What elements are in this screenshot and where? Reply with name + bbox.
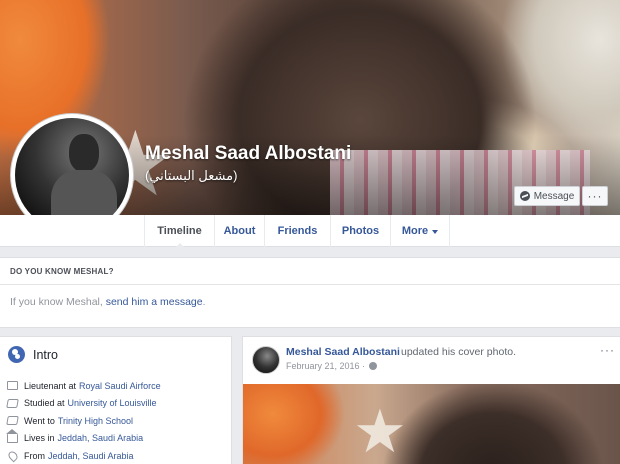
timeline-post: Meshal Saad Albostani updated his cover … [242, 336, 620, 464]
intro-item-link[interactable]: Jeddah, Saudi Arabia [58, 433, 144, 443]
intro-item-college: Studied at University of Louisville [6, 395, 161, 413]
globe-public-icon [369, 362, 378, 370]
profile-alt-name: (مشعل البستاني) [145, 168, 238, 183]
post-author-link[interactable]: Meshal Saad Albostani [286, 346, 400, 358]
intro-item-link[interactable]: Jeddah, Saudi Arabia [48, 451, 134, 461]
intro-item-prefix: Lives in [24, 433, 55, 444]
avatar-head [69, 134, 99, 172]
post-options-button[interactable]: ··· [600, 343, 615, 357]
do-you-know-prefix: If you know Meshal, [10, 296, 106, 308]
profile-nav-bar: Timeline About Friends Photos More [0, 215, 620, 248]
intro-list: Lieutenant at Royal Saudi Airforce Studi… [6, 377, 161, 464]
intro-item-link[interactable]: Trinity High School [58, 416, 133, 426]
location-pin-icon [6, 449, 20, 463]
globe-icon [8, 346, 25, 363]
intro-item-prefix: Studied at [24, 398, 65, 409]
intro-item-prefix: Lieutenant at [24, 380, 77, 391]
post-action-text: updated his cover photo. [401, 346, 516, 358]
do-you-know-suffix: . [202, 296, 206, 308]
messenger-icon [519, 191, 530, 201]
message-button-label: Message [533, 190, 575, 202]
tab-about[interactable]: About [214, 215, 264, 247]
message-button[interactable]: Message [514, 186, 580, 206]
chevron-down-icon [432, 229, 439, 237]
intro-item-from: From Jeddah, Saudi Arabia [6, 447, 161, 464]
tab-more-label: More [401, 225, 429, 237]
do-you-know-title: DO YOU KNOW MESHAL? [10, 267, 114, 276]
intro-panel: Intro Lieutenant at Royal Saudi Airforce… [0, 336, 232, 464]
divider [0, 284, 620, 285]
intro-item-prefix: Went to [24, 415, 55, 426]
briefcase-icon [7, 381, 18, 391]
post-timestamp[interactable]: February 21, 2016 · [286, 361, 378, 371]
post-avatar[interactable] [252, 346, 280, 374]
intro-item-lives-in: Lives in Jeddah, Saudi Arabia [6, 428, 161, 448]
house-icon [6, 428, 18, 443]
intro-item-link[interactable]: University of Louisville [68, 398, 157, 408]
do-you-know-panel: DO YOU KNOW MESHAL? If you know Meshal, … [0, 257, 620, 328]
intro-title: Intro [33, 347, 59, 362]
post-date-text: February 21, 2016 · [286, 361, 366, 371]
graduation-cap-icon [6, 416, 19, 426]
send-message-link[interactable]: send him a message [106, 296, 203, 308]
post-cover-photo[interactable]: ★ [243, 384, 620, 464]
tab-photos[interactable]: Photos [330, 215, 390, 247]
star-decoration-icon: ★ [353, 398, 407, 464]
intro-item-high-school: Went to Trinity High School [6, 412, 161, 430]
tab-more[interactable]: More [390, 215, 450, 247]
intro-header: Intro [8, 346, 58, 363]
more-options-button[interactable]: ··· [582, 186, 608, 206]
intro-item-prefix: From [24, 450, 45, 461]
tab-timeline[interactable]: Timeline [144, 215, 214, 248]
graduation-cap-icon [6, 398, 19, 408]
tab-friends[interactable]: Friends [264, 215, 330, 247]
profile-name[interactable]: Meshal Saad Albostani [145, 143, 351, 165]
intro-item-work: Lieutenant at Royal Saudi Airforce [7, 377, 161, 395]
do-you-know-text: If you know Meshal, send him a message. [10, 296, 206, 308]
intro-item-link[interactable]: Royal Saudi Airforce [79, 381, 161, 391]
